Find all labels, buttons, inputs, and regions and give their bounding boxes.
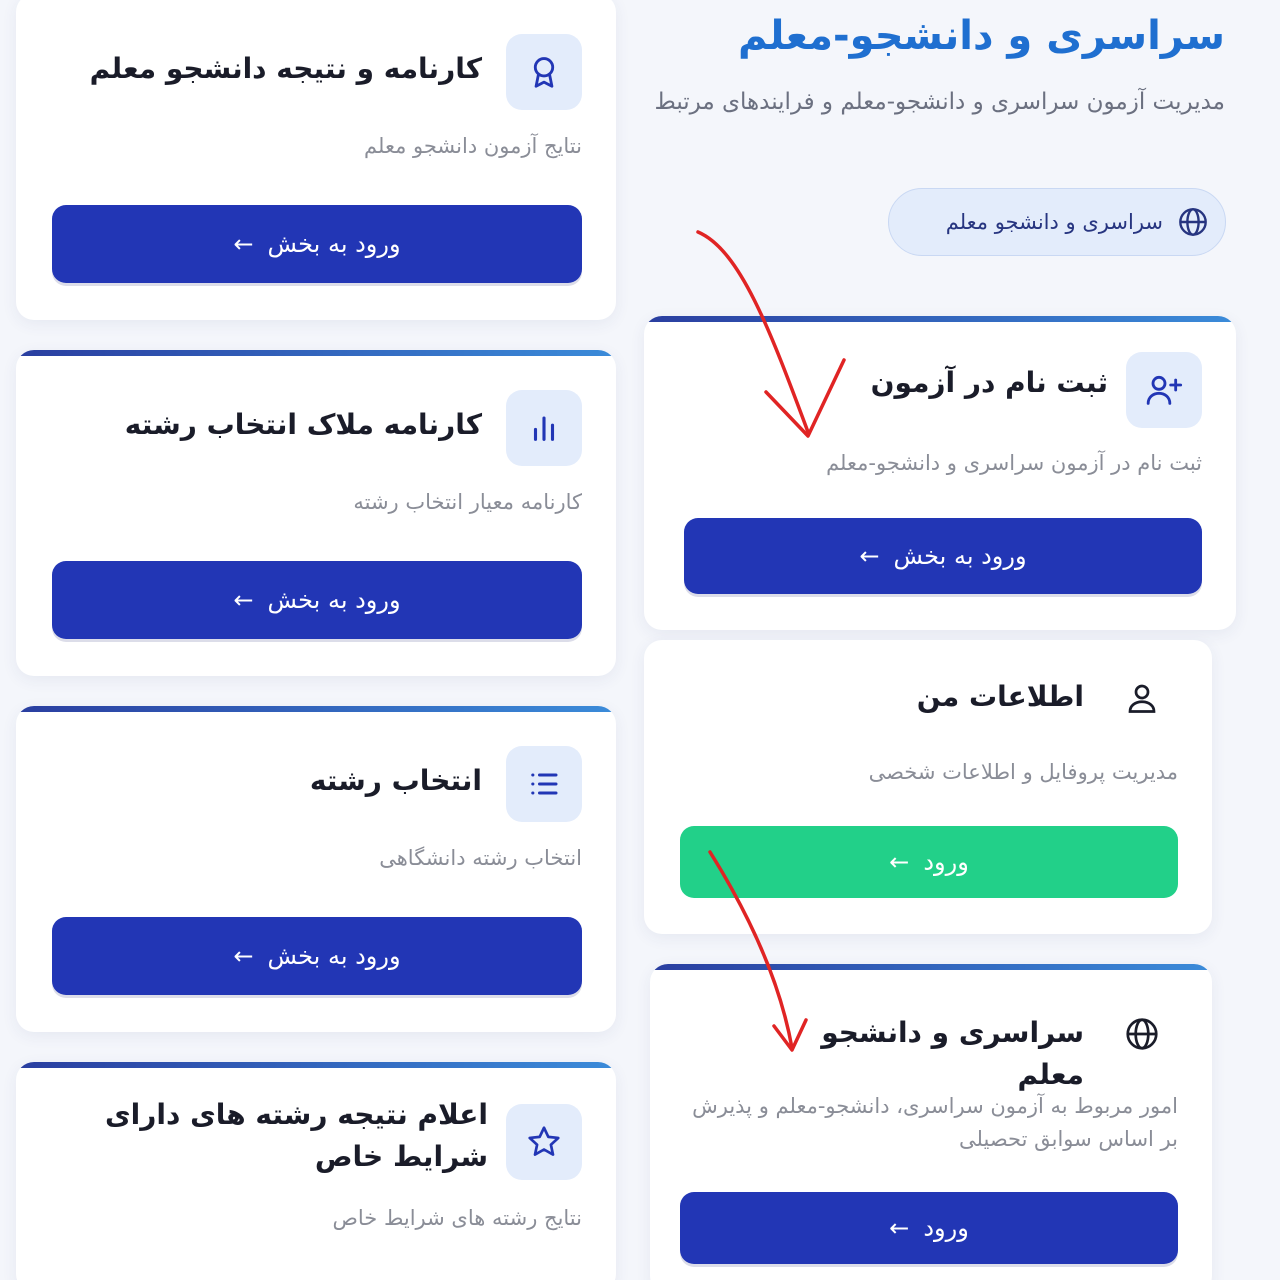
card-criteria-report: کارنامه ملاک انتخاب رشته کارنامه معیار ا…	[16, 350, 616, 676]
card-description: نتایج آزمون دانشجو معلم	[364, 134, 582, 158]
card-description: امور مربوط به آزمون سراسری، دانشجو-معلم …	[692, 1094, 1178, 1151]
enter-section-button[interactable]: ورود به بخش ←	[52, 917, 582, 995]
card-registration: ثبت نام در آزمون ثبت نام در آزمون سراسری…	[644, 316, 1236, 630]
enter-section-button[interactable]: ورود به بخش ←	[52, 205, 582, 283]
card-description: کارنامه معیار انتخاب رشته	[353, 490, 582, 514]
card-field-selection: انتخاب رشته انتخاب رشته دانشگاهی ورود به…	[16, 706, 616, 1032]
star-icon	[506, 1104, 582, 1180]
card-title: اعلام نتیجه رشته های دارای شرایط خاص	[104, 1098, 488, 1173]
user-plus-icon	[1126, 352, 1202, 428]
card-title: کارنامه ملاک انتخاب رشته	[124, 408, 482, 441]
user-icon	[1114, 670, 1170, 726]
card-description: انتخاب رشته دانشگاهی	[379, 846, 582, 870]
card-student-teacher-result: کارنامه و نتیجه دانشجو معلم نتایج آزمون …	[16, 0, 616, 320]
card-description: مدیریت پروفایل و اطلاعات شخصی	[868, 760, 1178, 784]
globe-icon	[1114, 1006, 1170, 1062]
globe-icon	[1177, 206, 1209, 238]
section-chip-label: سراسری و دانشجو معلم	[945, 210, 1163, 234]
section-chip[interactable]: سراسری و دانشجو معلم	[888, 188, 1226, 256]
card-title: ثبت نام در آزمون	[870, 366, 1108, 399]
card-title: اطلاعات من	[916, 680, 1084, 713]
enter-section-button[interactable]: ورود به بخش ←	[52, 561, 582, 639]
arrow-left-icon: ←	[233, 586, 254, 614]
page-subtitle: مدیریت آزمون سراسری و دانشجو-معلم و فرای…	[654, 89, 1226, 115]
arrow-left-icon: ←	[889, 1214, 910, 1242]
card-description: نتایج رشته های شرایط خاص	[332, 1206, 583, 1230]
card-special-conditions: اعلام نتیجه رشته های دارای شرایط خاص نتا…	[16, 1062, 616, 1280]
enter-button[interactable]: ورود ←	[680, 826, 1178, 898]
card-my-info: اطلاعات من مدیریت پروفایل و اطلاعات شخصی…	[644, 640, 1212, 934]
card-national-exam: سراسری و دانشجو معلم امور مربوط به آزمون…	[650, 964, 1212, 1280]
card-title: انتخاب رشته	[309, 764, 482, 797]
card-title: سراسری و دانشجو معلم	[821, 1016, 1084, 1091]
award-icon	[506, 34, 582, 110]
list-icon	[506, 746, 582, 822]
page-title: سراسری و دانشجو-معلم	[737, 13, 1225, 59]
arrow-left-icon: ←	[889, 848, 910, 876]
enter-button[interactable]: ورود ←	[680, 1192, 1178, 1264]
bar-chart-icon	[506, 390, 582, 466]
card-title: کارنامه و نتیجه دانشجو معلم	[89, 52, 482, 85]
enter-section-button[interactable]: ورود به بخش ←	[684, 518, 1202, 594]
arrow-left-icon: ←	[859, 542, 880, 570]
card-description: ثبت نام در آزمون سراسری و دانشجو-معلم	[826, 451, 1202, 475]
arrow-left-icon: ←	[233, 230, 254, 258]
arrow-left-icon: ←	[233, 942, 254, 970]
